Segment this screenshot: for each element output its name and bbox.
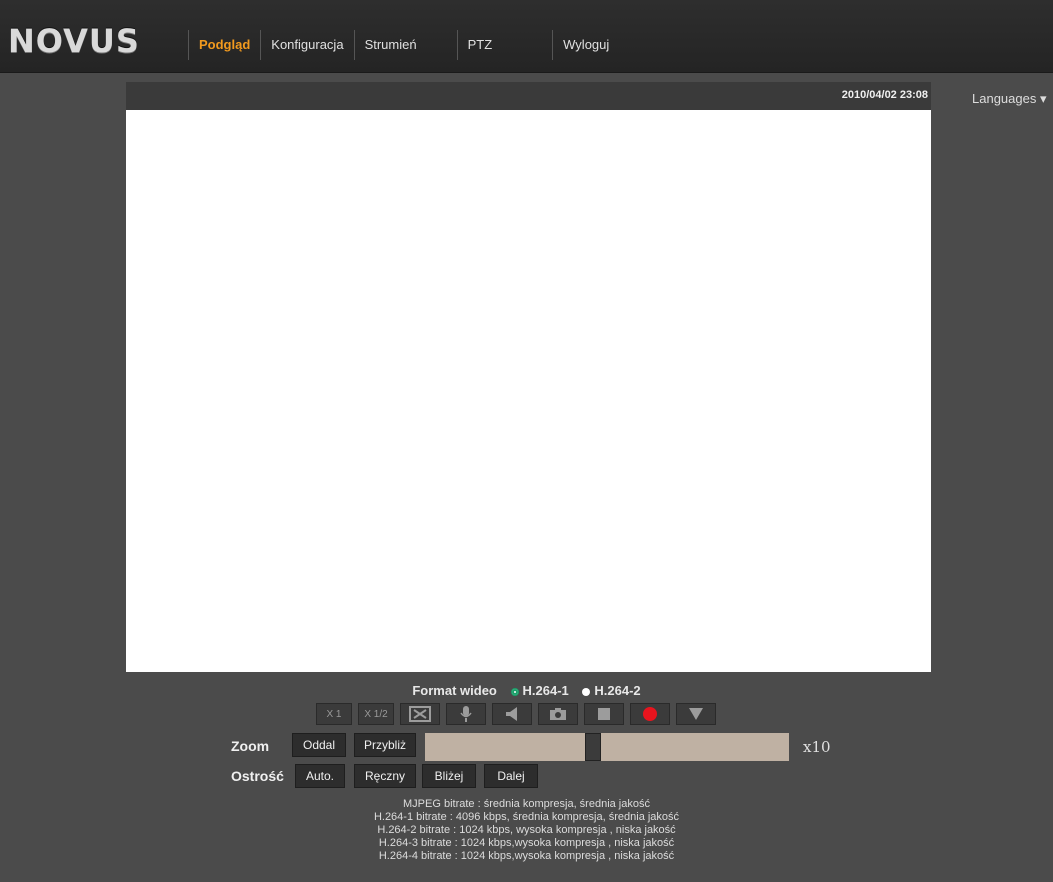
bitrate-line: MJPEG bitrate : średnia kompresja, średn…: [403, 798, 650, 810]
fullscreen-button[interactable]: [400, 703, 440, 725]
zoom-label: Zoom: [231, 738, 270, 754]
x1-2-label: X 1/2: [364, 708, 388, 720]
focus-label: Ostrość: [231, 768, 284, 784]
format-option-label: H.264-1: [522, 683, 569, 698]
format-label: Format wideo: [412, 683, 497, 698]
bitrate-line: H.264-3 bitrate : 1024 kbps,wysoka kompr…: [378, 837, 675, 849]
focus-manual-button[interactable]: Ręczny: [354, 764, 416, 788]
stop-button[interactable]: [584, 703, 624, 725]
zoom-in-button[interactable]: Przybliż: [354, 733, 416, 757]
microphone-button[interactable]: [446, 703, 486, 725]
format-option-h264-2[interactable]: H.264-2: [582, 683, 641, 698]
record-icon: [643, 707, 657, 721]
nav-item-wyloguj[interactable]: Wyloguj: [552, 30, 619, 60]
nav-item-podglad[interactable]: Podgląd: [188, 30, 260, 60]
nav-item-strumien[interactable]: Strumień: [353, 30, 457, 60]
novus-logo: NOVUS: [8, 22, 140, 60]
radio-icon[interactable]: [582, 687, 591, 696]
radio-selected-icon[interactable]: [510, 687, 519, 696]
main-nav: Podgląd Konfiguracja Strumień PTZ Wylogu…: [188, 30, 619, 60]
focus-near-button[interactable]: Bliżej: [422, 764, 476, 788]
zoom-slider[interactable]: [425, 733, 789, 761]
video-preview[interactable]: [126, 110, 931, 672]
playback-toolbar: X 1 X 1/2: [316, 703, 716, 725]
languages-dropdown[interactable]: Languages ▾: [972, 91, 1046, 107]
focus-auto-button[interactable]: Auto.: [295, 764, 345, 788]
focus-far-button[interactable]: Dalej: [484, 764, 538, 788]
zoom-slider-thumb[interactable]: [585, 733, 601, 761]
zoom-out-button[interactable]: Oddal: [292, 733, 346, 757]
camera-icon: [550, 708, 566, 720]
speaker-button[interactable]: [492, 703, 532, 725]
bitrate-line: H.264-1 bitrate : 4096 kbps, średnia kom…: [373, 811, 680, 823]
fullscreen-icon: [409, 706, 431, 722]
stop-icon: [598, 708, 610, 720]
microphone-icon: [460, 706, 472, 722]
speaker-icon: [506, 707, 517, 721]
video-format-selector: Format wideo H.264-1 H.264-2: [0, 683, 1053, 698]
video-header: 2010/04/02 23:08: [126, 82, 931, 110]
snapshot-button[interactable]: [538, 703, 578, 725]
nav-item-konfiguracja[interactable]: Konfiguracja: [260, 30, 353, 60]
bitrate-info: MJPEG bitrate : średnia kompresja, średn…: [0, 798, 1053, 863]
timestamp: 2010/04/02 23:08: [841, 89, 928, 101]
x1-2-button[interactable]: X 1/2: [358, 703, 394, 725]
bitrate-line: H.264-2 bitrate : 1024 kbps, wysoka komp…: [377, 824, 676, 836]
triangle-down-icon: [689, 708, 703, 720]
x1-label: X 1: [326, 708, 342, 720]
logo-text: NOVUS: [8, 22, 140, 60]
format-option-h264-1[interactable]: H.264-1: [510, 683, 573, 698]
zoom-multiplier: x10: [803, 738, 831, 756]
x1-button[interactable]: X 1: [316, 703, 352, 725]
format-option-label: H.264-2: [594, 683, 641, 698]
bitrate-line: H.264-4 bitrate : 1024 kbps,wysoka kompr…: [378, 850, 675, 862]
top-bar: NOVUS Podgląd Konfiguracja Strumień PTZ …: [0, 0, 1053, 73]
record-button[interactable]: [630, 703, 670, 725]
dropdown-button[interactable]: [676, 703, 716, 725]
nav-item-ptz[interactable]: PTZ: [456, 30, 553, 60]
